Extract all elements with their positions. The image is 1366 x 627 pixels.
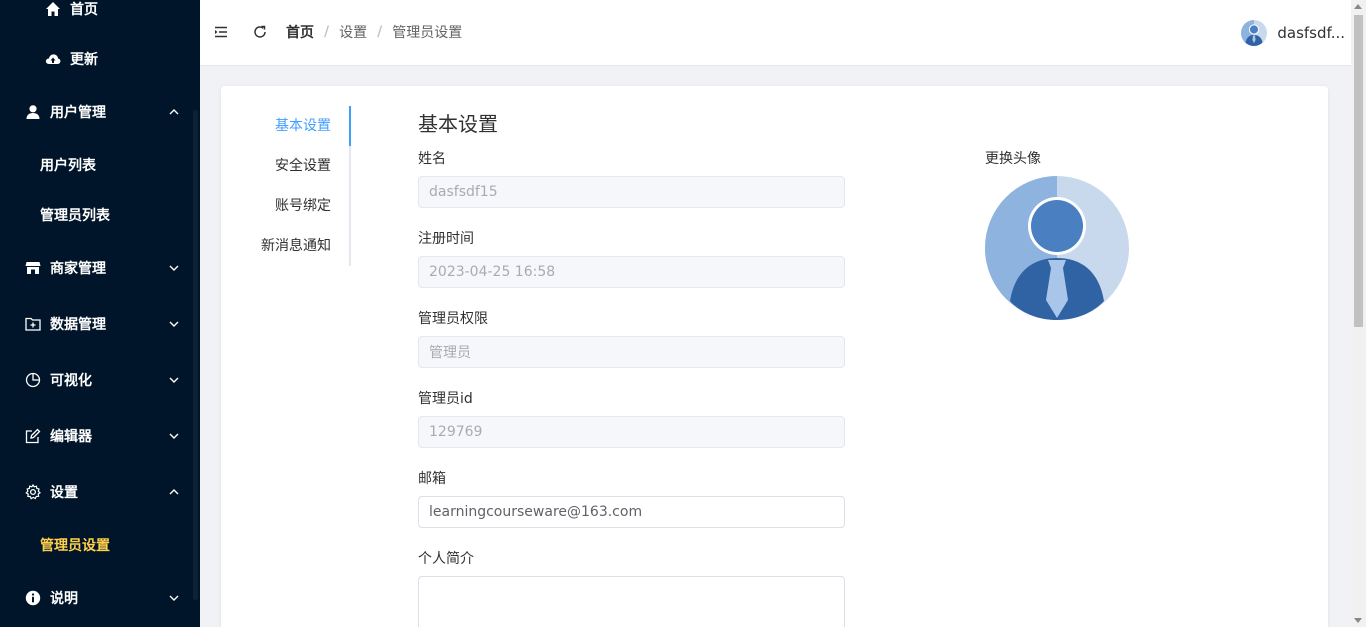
menu-item-label: 说明: [50, 591, 78, 607]
chevron-down-icon: [169, 321, 179, 327]
refresh-icon[interactable]: [252, 24, 268, 40]
tab-account-binding[interactable]: 账号绑定: [275, 186, 331, 226]
menu-item-visualization[interactable]: 可视化: [0, 352, 200, 408]
section-title: 基本设置: [418, 112, 498, 136]
chevron-down-icon: [169, 377, 179, 383]
menu-item-label: 可视化: [50, 373, 92, 389]
menu-item-label: 商家管理: [50, 261, 106, 277]
menu-item-data-management[interactable]: 数据管理: [0, 296, 200, 352]
bio-label: 个人简介: [418, 551, 474, 567]
chevron-up-icon: [169, 489, 179, 495]
menu-item-label: 设置: [50, 485, 78, 501]
cloud-upload-icon: [44, 50, 62, 68]
header: 首页 / 设置 / 管理员设置 dasfsdf...: [200, 0, 1351, 66]
bio-textarea[interactable]: [418, 576, 845, 627]
breadcrumb-home[interactable]: 首页: [286, 22, 314, 42]
permission-field: [418, 336, 845, 368]
menu-item-update[interactable]: 更新: [0, 31, 200, 87]
settings-nav: 基本设置 安全设置 账号绑定 新消息通知: [221, 106, 351, 266]
avatar: [1241, 20, 1268, 46]
sub-item-user-list[interactable]: 用户列表: [0, 140, 200, 190]
active-tab-indicator: [349, 106, 351, 146]
scroll-down-arrow-icon[interactable]: [1354, 618, 1362, 623]
menu-item-label: 首页: [70, 2, 98, 18]
sub-item-admin-list[interactable]: 管理员列表: [0, 190, 200, 240]
chevron-down-icon: [169, 595, 179, 601]
chevron-down-icon: [169, 433, 179, 439]
setting-icon: [24, 483, 42, 501]
username: dasfsdf...: [1277, 24, 1345, 42]
change-avatar-label: 更换头像: [985, 151, 1041, 167]
tab-security-settings[interactable]: 安全设置: [275, 146, 331, 186]
sub-item-admin-settings[interactable]: 管理员设置: [0, 520, 200, 570]
menu-item-merchant-management[interactable]: 商家管理: [0, 240, 200, 296]
menu-item-label: 更新: [70, 52, 98, 68]
folder-add-icon: [24, 315, 42, 333]
sidebar-scrollbar[interactable]: [193, 110, 198, 600]
tab-notifications[interactable]: 新消息通知: [261, 226, 331, 266]
register-time-label: 注册时间: [418, 231, 474, 247]
scrollbar-thumb[interactable]: [1354, 15, 1363, 327]
page-scrollbar[interactable]: [1351, 0, 1366, 627]
breadcrumb-admin-settings: 管理员设置: [392, 25, 463, 41]
menu-item-label: 数据管理: [50, 317, 106, 333]
name-field: [418, 176, 845, 208]
breadcrumb: 首页 / 设置 / 管理员设置: [286, 22, 462, 42]
info-icon: [24, 589, 42, 607]
settings-card: 基本设置 安全设置 账号绑定 新消息通知 基本设置 姓名 注册时间 管理员权限 …: [221, 86, 1328, 627]
chevron-up-icon: [169, 109, 179, 115]
shop-icon: [24, 259, 42, 277]
home-icon: [44, 0, 62, 18]
sidebar: 首页 更新 用户管理 用户列表 管理员列表 商家管理 数据管理 可视化 编辑器 …: [0, 0, 200, 627]
permission-label: 管理员权限: [418, 311, 488, 327]
breadcrumb-separator: /: [324, 24, 330, 40]
user-menu[interactable]: dasfsdf...: [1241, 20, 1345, 46]
scroll-up-arrow-icon[interactable]: [1354, 4, 1362, 9]
register-time-field: [418, 256, 845, 288]
chevron-down-icon: [169, 265, 179, 271]
admin-id-field: [418, 416, 845, 448]
menu-item-help[interactable]: 说明: [0, 570, 200, 626]
collapse-menu-icon[interactable]: [213, 24, 229, 40]
menu-item-label: 用户管理: [50, 105, 106, 121]
pie-chart-icon: [24, 371, 42, 389]
admin-id-label: 管理员id: [418, 391, 473, 407]
tab-basic-settings[interactable]: 基本设置: [275, 106, 331, 146]
menu-item-editor[interactable]: 编辑器: [0, 408, 200, 464]
menu-item-settings[interactable]: 设置: [0, 464, 200, 520]
avatar-upload[interactable]: [985, 176, 1129, 320]
menu-item-label: 编辑器: [50, 429, 92, 445]
name-label: 姓名: [418, 151, 446, 167]
user-icon: [24, 103, 42, 121]
edit-icon: [24, 427, 42, 445]
menu-item-user-management[interactable]: 用户管理: [0, 84, 200, 140]
breadcrumb-separator: /: [377, 24, 383, 40]
email-field[interactable]: [418, 496, 845, 528]
breadcrumb-settings: 设置: [339, 25, 368, 41]
email-label: 邮箱: [418, 471, 446, 487]
